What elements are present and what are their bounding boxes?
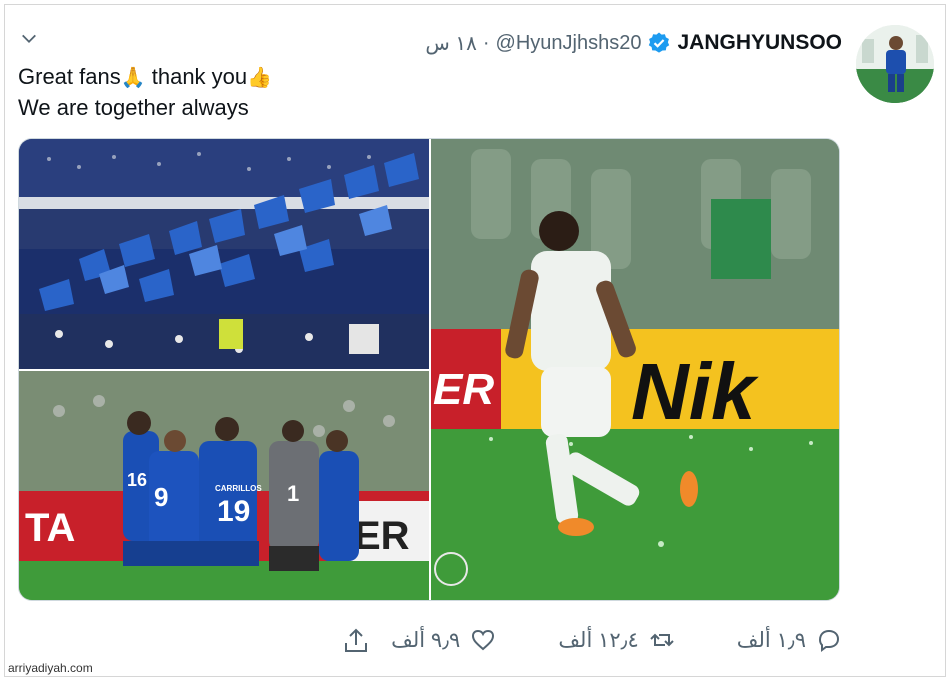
tweet-text: Great fans🙏 thank you👍 We are together a… — [18, 62, 538, 123]
fans-with-flags-photo[interactable] — [19, 139, 429, 369]
jersey-name: CARRILLOS — [215, 484, 262, 493]
separator-dot: · — [482, 31, 490, 54]
chevron-down-icon[interactable] — [20, 30, 38, 48]
retweet-count: ١٢٫٤ ألف — [558, 628, 639, 652]
display-name[interactable]: JANGHYUNSOO — [677, 31, 842, 55]
verified-badge-icon — [647, 31, 671, 55]
tweet-text-part: thank you — [145, 64, 248, 89]
thumbs-up-emoji-icon: 👍 — [247, 67, 273, 89]
grid-divider — [19, 369, 429, 371]
retweet-button[interactable]: ١٢٫٤ ألف — [558, 627, 674, 653]
reply-icon — [818, 629, 840, 652]
jersey-number-19: 19 — [217, 495, 250, 528]
watermark-text: arriyadiyah.com — [8, 661, 93, 675]
player-running-photo[interactable]: ER Nik — [431, 139, 839, 600]
user-handle[interactable]: @HyunJjhshs20 — [496, 32, 642, 55]
ad-board-text-nike: Nik — [631, 347, 759, 436]
ad-board-text-right: ER — [354, 514, 410, 558]
reply-button[interactable]: ١٫٩ ألف — [737, 627, 842, 653]
media-grid: TA ER 9 CARRILLOS 19 1 16 ER Nik — [18, 138, 840, 601]
retweet-icon — [650, 633, 674, 647]
avatar[interactable] — [856, 25, 934, 103]
like-count: ٩٫٩ ألف — [391, 628, 461, 652]
jersey-number-9: 9 — [154, 482, 168, 512]
folded-hands-emoji-icon: 🙏 — [120, 67, 146, 89]
jersey-number-16: 16 — [127, 470, 147, 490]
reply-count: ١٫٩ ألف — [736, 628, 806, 652]
team-huddle-photo[interactable]: TA ER 9 CARRILLOS 19 1 16 — [19, 371, 429, 600]
action-bar: ١٫٩ ألف ١٢٫٤ ألف ٩٫٩ ألف — [391, 622, 842, 658]
tweet-time[interactable]: ١٨ س — [425, 31, 476, 56]
heart-icon — [472, 629, 495, 651]
tweet-text-line1: Great fans🙏 thank you👍 — [18, 62, 538, 93]
share-icon[interactable] — [341, 626, 371, 656]
like-button[interactable]: ٩٫٩ ألف — [391, 627, 496, 653]
tweet-text-part: Great fans — [18, 64, 121, 89]
tweet-text-line2: We are together always — [18, 95, 249, 120]
jersey-number-1: 1 — [287, 481, 299, 506]
ad-board-text-left: TA — [25, 506, 75, 550]
tweet-header: ١٨ س · @HyunJjhshs20 JANGHYUNSOO — [425, 28, 842, 58]
ad-board-text-er: ER — [433, 365, 494, 414]
